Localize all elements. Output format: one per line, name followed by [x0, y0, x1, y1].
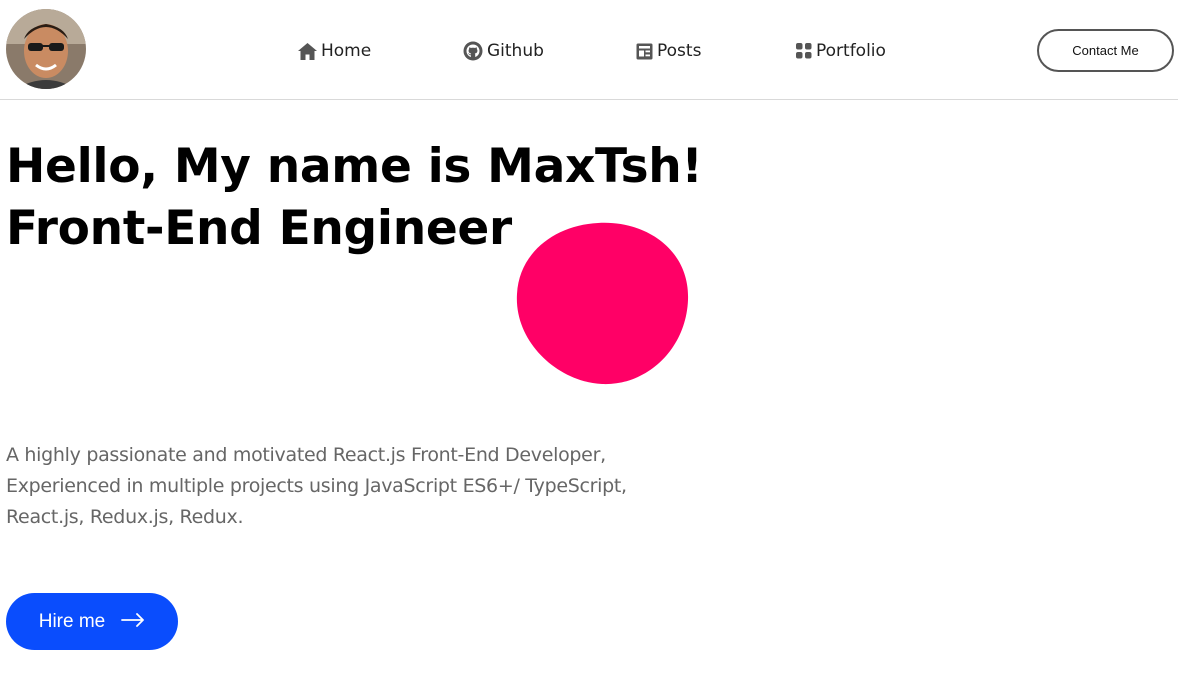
site-header: Home Github Posts Portfolio Contact Me [0, 0, 1178, 100]
nav-github[interactable]: Github [463, 38, 544, 64]
avatar-photo [6, 9, 86, 89]
nav-posts[interactable]: Posts [636, 38, 701, 64]
nav-portfolio[interactable]: Portfolio [796, 38, 886, 64]
avatar[interactable] [6, 9, 86, 89]
hero-title-line-2: Front-End Engineer [6, 201, 512, 256]
github-icon [463, 41, 483, 61]
arrow-right-icon [121, 611, 145, 633]
nav-home[interactable]: Home [298, 38, 371, 64]
contact-me-button[interactable]: Contact Me [1037, 29, 1174, 72]
nav-portfolio-label: Portfolio [816, 41, 886, 61]
nav-home-label: Home [321, 41, 372, 61]
nav-posts-label: Posts [657, 41, 702, 61]
hero-description-line-2: Experienced in multiple projects using J… [6, 475, 627, 497]
hero-title-line-1: Hello, My name is MaxTsh! [6, 139, 703, 194]
hero-description: A highly passionate and motivated React.… [6, 440, 646, 533]
nav-github-label: Github [487, 41, 544, 61]
hire-me-button[interactable]: Hire me [6, 593, 178, 650]
hire-me-label: Hire me [38, 610, 106, 632]
hero-description-line-1: A highly passionate and motivated React.… [6, 444, 606, 466]
posts-icon [636, 43, 653, 60]
decorative-blob [516, 222, 689, 385]
portfolio-icon [796, 43, 812, 59]
home-icon [298, 42, 317, 60]
hero-description-line-3: React.js, Redux.js, Redux. [6, 506, 244, 528]
